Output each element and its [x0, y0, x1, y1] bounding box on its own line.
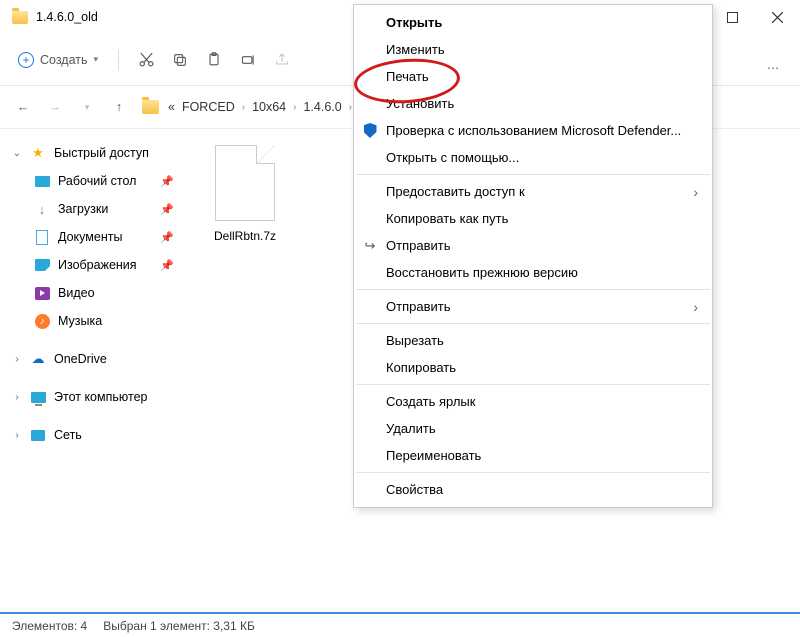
- cloud-icon: ☁: [30, 351, 46, 367]
- sidebar-item-downloads[interactable]: ↓ Загрузки 📌: [6, 195, 180, 223]
- ctx-print[interactable]: Печать: [354, 63, 712, 90]
- pin-icon: 📌: [160, 203, 174, 216]
- ctx-copy[interactable]: Копировать: [354, 354, 712, 381]
- chevron-down-icon: ⌄: [12, 148, 22, 159]
- sidebar-item-video[interactable]: Видео: [6, 279, 180, 307]
- folder-icon: [12, 11, 28, 24]
- ctx-cut[interactable]: Вырезать: [354, 327, 712, 354]
- pin-icon: 📌: [160, 259, 174, 272]
- breadcrumb[interactable]: « FORCED › 10x64 › 1.4.6.0 ›: [142, 100, 352, 114]
- sidebar-item-label: Документы: [58, 230, 122, 244]
- breadcrumb-part[interactable]: FORCED: [182, 100, 235, 114]
- separator: [356, 174, 710, 175]
- sidebar-item-onedrive[interactable]: › ☁ OneDrive: [6, 345, 180, 373]
- up-button[interactable]: ↑: [110, 100, 128, 114]
- more-button[interactable]: ⋯: [756, 50, 790, 84]
- ctx-defender[interactable]: Проверка с использованием Microsoft Defe…: [354, 117, 712, 144]
- share-button[interactable]: [265, 43, 299, 77]
- desktop-icon: [34, 173, 50, 189]
- status-item-count: Элементов: 4: [12, 619, 87, 633]
- share-icon: ↪: [362, 238, 378, 254]
- copy-button[interactable]: [163, 43, 197, 77]
- plus-icon: +: [18, 52, 34, 68]
- ctx-open-with[interactable]: Открыть с помощью...: [354, 144, 712, 171]
- chevron-right-icon: ›: [12, 430, 22, 441]
- close-button[interactable]: [755, 0, 800, 34]
- sidebar-item-label: Быстрый доступ: [54, 146, 149, 160]
- ctx-restore-version[interactable]: Восстановить прежнюю версию: [354, 259, 712, 286]
- sidebar-item-pictures[interactable]: Изображения 📌: [6, 251, 180, 279]
- separator: [356, 384, 710, 385]
- pin-icon: 📌: [160, 175, 174, 188]
- maximize-button[interactable]: [710, 0, 755, 34]
- breadcrumb-prefix: «: [168, 100, 175, 114]
- separator: [356, 472, 710, 473]
- ctx-rename[interactable]: Переименовать: [354, 442, 712, 469]
- network-icon: [30, 427, 46, 443]
- window-title: 1.4.6.0_old: [36, 10, 98, 24]
- sidebar-item-label: Музыка: [58, 314, 102, 328]
- sidebar-item-desktop[interactable]: Рабочий стол 📌: [6, 167, 180, 195]
- status-bar: Элементов: 4 Выбран 1 элемент: 3,31 КБ: [0, 612, 800, 637]
- nav-sidebar: ⌄ ★ Быстрый доступ Рабочий стол 📌 ↓ Загр…: [0, 129, 186, 611]
- ctx-edit[interactable]: Изменить: [354, 36, 712, 63]
- pc-icon: [30, 389, 46, 405]
- ctx-delete[interactable]: Удалить: [354, 415, 712, 442]
- document-icon: [34, 229, 50, 245]
- sidebar-item-documents[interactable]: Документы 📌: [6, 223, 180, 251]
- image-icon: [34, 257, 50, 273]
- sidebar-item-quick-access[interactable]: ⌄ ★ Быстрый доступ: [6, 139, 180, 167]
- sidebar-item-label: Изображения: [58, 258, 137, 272]
- divider: [118, 49, 119, 71]
- star-icon: ★: [30, 145, 46, 161]
- shield-icon: [362, 123, 378, 139]
- sidebar-item-label: Сеть: [54, 428, 82, 442]
- ctx-install[interactable]: Установить: [354, 90, 712, 117]
- chevron-down-icon: ▾: [94, 54, 99, 65]
- sidebar-item-label: Видео: [58, 286, 95, 300]
- new-button-label: Создать: [40, 53, 88, 67]
- ctx-properties[interactable]: Свойства: [354, 476, 712, 503]
- ctx-create-shortcut[interactable]: Создать ярлык: [354, 388, 712, 415]
- breadcrumb-part[interactable]: 10x64: [252, 100, 286, 114]
- music-icon: ♪: [34, 313, 50, 329]
- chevron-right-icon: ›: [12, 392, 22, 403]
- context-menu: Открыть Изменить Печать Установить Прове…: [353, 4, 713, 508]
- sidebar-item-music[interactable]: ♪ Музыка: [6, 307, 180, 335]
- file-name: DellRbtn.7z: [204, 229, 286, 243]
- cut-button[interactable]: [129, 43, 163, 77]
- ctx-send-to[interactable]: Отправить: [354, 293, 712, 320]
- forward-button[interactable]: →: [46, 100, 64, 114]
- separator: [356, 289, 710, 290]
- sidebar-item-label: Этот компьютер: [54, 390, 147, 404]
- ctx-give-access[interactable]: Предоставить доступ к: [354, 178, 712, 205]
- sidebar-item-label: Загрузки: [58, 202, 108, 216]
- ctx-copy-path[interactable]: Копировать как путь: [354, 205, 712, 232]
- recent-button[interactable]: ▾: [78, 102, 96, 113]
- video-icon: [34, 285, 50, 301]
- folder-icon: [142, 100, 159, 114]
- chevron-right-icon: ›: [293, 102, 296, 113]
- chevron-right-icon: ›: [12, 354, 22, 365]
- chevron-right-icon: ›: [242, 102, 245, 113]
- download-icon: ↓: [34, 201, 50, 217]
- sidebar-item-network[interactable]: › Сеть: [6, 421, 180, 449]
- sidebar-item-label: Рабочий стол: [58, 174, 136, 188]
- pin-icon: 📌: [160, 231, 174, 244]
- new-button[interactable]: + Создать ▾: [8, 46, 108, 74]
- window-controls: [710, 0, 800, 34]
- file-icon: [215, 145, 275, 221]
- separator: [356, 323, 710, 324]
- sidebar-item-this-pc[interactable]: › Этот компьютер: [6, 383, 180, 411]
- sidebar-item-label: OneDrive: [54, 352, 107, 366]
- chevron-right-icon: ›: [349, 102, 352, 113]
- file-item[interactable]: DellRbtn.7z: [204, 145, 286, 243]
- ctx-share[interactable]: ↪ Отправить: [354, 232, 712, 259]
- breadcrumb-part[interactable]: 1.4.6.0: [303, 100, 341, 114]
- rename-button[interactable]: [231, 43, 265, 77]
- status-selection: Выбран 1 элемент: 3,31 КБ: [103, 619, 255, 633]
- paste-button[interactable]: [197, 43, 231, 77]
- back-button[interactable]: ←: [14, 100, 32, 114]
- ctx-open[interactable]: Открыть: [354, 9, 712, 36]
